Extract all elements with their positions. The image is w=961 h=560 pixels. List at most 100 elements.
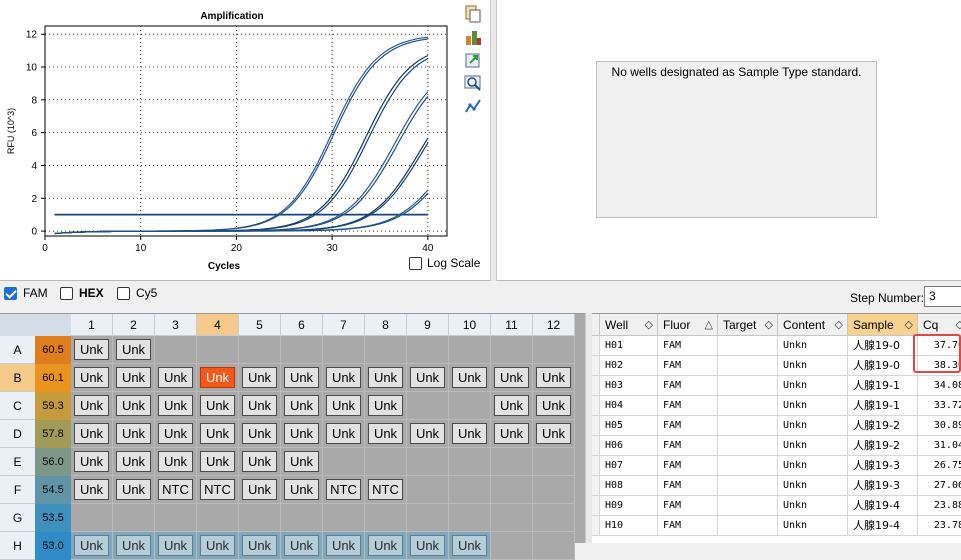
plate-well[interactable] xyxy=(449,336,491,364)
plate-well[interactable]: NTC xyxy=(365,476,407,504)
plate-well[interactable] xyxy=(281,504,323,532)
plate-well[interactable]: Unk xyxy=(365,364,407,392)
results-row[interactable]: H08 FAM Unkn 人腺19-3 27.06 xyxy=(592,476,961,496)
plate-well[interactable] xyxy=(155,504,197,532)
plate-well[interactable] xyxy=(449,504,491,532)
plate-well[interactable]: Unk xyxy=(155,392,197,420)
results-header-gutter[interactable] xyxy=(592,314,600,336)
plate-well[interactable]: Unk xyxy=(449,364,491,392)
plate-well[interactable] xyxy=(239,336,281,364)
plate-well[interactable] xyxy=(449,392,491,420)
plate-well[interactable]: Unk xyxy=(71,532,113,560)
log-scale-toggle[interactable]: Log Scale xyxy=(409,256,480,270)
fluor-hex[interactable]: HEX xyxy=(60,286,104,300)
plate-well[interactable]: Unk xyxy=(323,392,365,420)
plate-well[interactable]: Unk xyxy=(491,392,533,420)
plate-well[interactable] xyxy=(407,476,449,504)
plate-well[interactable]: Unk xyxy=(239,364,281,392)
plate-well[interactable] xyxy=(281,336,323,364)
plate-well[interactable]: Unk xyxy=(197,364,239,392)
copy-icon[interactable] xyxy=(463,4,483,24)
plate-well[interactable]: Unk xyxy=(365,420,407,448)
plate-well[interactable]: NTC xyxy=(323,476,365,504)
plate-well[interactable] xyxy=(491,532,533,560)
chart-settings-icon[interactable] xyxy=(463,27,483,47)
plate-well[interactable]: Unk xyxy=(197,532,239,560)
plate-well[interactable]: Unk xyxy=(533,392,575,420)
plate-well[interactable]: NTC xyxy=(197,476,239,504)
plate-well[interactable] xyxy=(491,504,533,532)
plate-well[interactable] xyxy=(323,504,365,532)
results-row[interactable]: H05 FAM Unkn 人腺19-2 30.89 xyxy=(592,416,961,436)
plate-well[interactable] xyxy=(365,504,407,532)
sort-icon[interactable]: ◇ xyxy=(905,314,913,336)
plate-well[interactable]: Unk xyxy=(113,392,155,420)
plate-well[interactable]: NTC xyxy=(155,476,197,504)
plate-well[interactable] xyxy=(407,392,449,420)
plate-well[interactable]: Unk xyxy=(113,420,155,448)
fluor-hex-checkbox[interactable] xyxy=(60,286,73,300)
plate-well[interactable] xyxy=(407,448,449,476)
row-selector[interactable] xyxy=(592,356,600,376)
plate-col-header[interactable]: 12 xyxy=(533,314,575,336)
sort-icon[interactable]: ◇ xyxy=(645,314,653,336)
fluor-cy5-checkbox[interactable] xyxy=(117,286,130,300)
plate-well[interactable]: Unk xyxy=(113,532,155,560)
row-selector[interactable] xyxy=(592,336,600,356)
plate-well[interactable]: Unk xyxy=(281,364,323,392)
plate-well[interactable] xyxy=(197,504,239,532)
plate-col-header[interactable]: 7 xyxy=(323,314,365,336)
plate-well[interactable]: Unk xyxy=(365,532,407,560)
zoom-icon[interactable] xyxy=(463,73,483,93)
plate-row-header[interactable]: A xyxy=(0,336,35,364)
plate-well[interactable] xyxy=(449,448,491,476)
sort-ascending-icon[interactable]: △ xyxy=(705,314,713,336)
plate-well[interactable]: Unk xyxy=(113,476,155,504)
plate-row-header[interactable]: E xyxy=(0,448,35,476)
results-row[interactable]: H07 FAM Unkn 人腺19-3 26.75 xyxy=(592,456,961,476)
plate-well[interactable]: Unk xyxy=(197,448,239,476)
plate-well[interactable]: Unk xyxy=(281,420,323,448)
plate-row-header[interactable]: C xyxy=(0,392,35,420)
results-col-header[interactable]: Well ◇ xyxy=(600,314,658,336)
plate-col-header[interactable]: 9 xyxy=(407,314,449,336)
results-col-header[interactable]: Fluor △ xyxy=(658,314,718,336)
plate-col-header[interactable]: 11 xyxy=(491,314,533,336)
plate-well[interactable]: Unk xyxy=(281,448,323,476)
plate-col-header[interactable]: 3 xyxy=(155,314,197,336)
plate-well[interactable] xyxy=(533,448,575,476)
trace-icon[interactable] xyxy=(463,96,483,116)
plate-well[interactable]: Unk xyxy=(323,364,365,392)
fluor-cy5[interactable]: Cy5 xyxy=(117,286,157,300)
plate-well[interactable] xyxy=(533,532,575,560)
step-number-input[interactable]: 3 xyxy=(924,286,961,307)
plate-well[interactable]: Unk xyxy=(323,532,365,560)
row-selector[interactable] xyxy=(592,396,600,416)
plate-well[interactable]: Unk xyxy=(71,392,113,420)
plate-col-header[interactable]: 1 xyxy=(71,314,113,336)
results-row[interactable]: H02 FAM Unkn 人腺19-0 38.30 xyxy=(592,356,961,376)
plate-well[interactable] xyxy=(449,476,491,504)
sort-icon[interactable]: ◇ xyxy=(956,314,961,336)
plate-well[interactable]: Unk xyxy=(407,420,449,448)
plate-well[interactable] xyxy=(533,336,575,364)
plate-col-header[interactable]: 6 xyxy=(281,314,323,336)
plate-well[interactable]: Unk xyxy=(155,448,197,476)
plate-well[interactable] xyxy=(197,336,239,364)
plate-well[interactable]: Unk xyxy=(281,476,323,504)
fluor-fam[interactable]: FAM xyxy=(4,286,48,300)
row-selector[interactable] xyxy=(592,496,600,516)
plate-well[interactable]: Unk xyxy=(197,392,239,420)
plate-well[interactable]: Unk xyxy=(71,420,113,448)
plate-col-header[interactable]: 2 xyxy=(113,314,155,336)
plate-well[interactable]: Unk xyxy=(113,364,155,392)
plate-row-header[interactable]: D xyxy=(0,420,35,448)
plate-well[interactable]: Unk xyxy=(533,420,575,448)
plate-well[interactable]: Unk xyxy=(71,336,113,364)
plate-col-header[interactable]: 10 xyxy=(449,314,491,336)
plate-well[interactable] xyxy=(491,476,533,504)
plate-well[interactable] xyxy=(323,448,365,476)
sort-icon[interactable]: ◇ xyxy=(835,314,843,336)
plate-well[interactable] xyxy=(239,504,281,532)
results-col-header[interactable]: Content ◇ xyxy=(778,314,848,336)
